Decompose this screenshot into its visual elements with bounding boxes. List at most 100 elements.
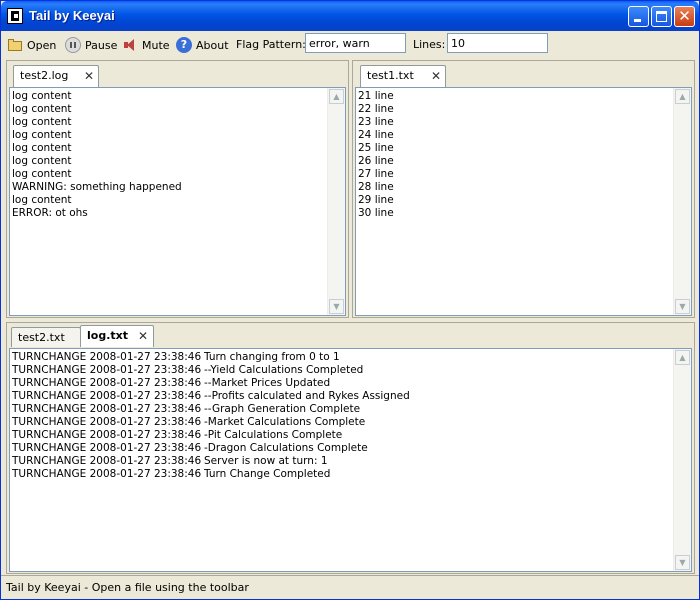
tab-test2-txt[interactable]: test2.txt	[11, 327, 81, 347]
log-line: 29 line	[358, 194, 394, 206]
speaker-mute-icon	[122, 37, 138, 53]
log-message: -Market Calculations Complete	[204, 416, 366, 428]
log-lines: log content log content log content log con…	[12, 90, 182, 220]
log-line: 21 line	[358, 90, 394, 102]
log-row: TURNCHANGE 2008-01-27 23:38:46 --Profits …	[12, 390, 410, 403]
status-bar: Tail by Keeyai - Open a file using the t…	[1, 575, 699, 599]
top-right-pane: test1.txt ✕ 21 line 22 line 23 line 24 line…	[352, 60, 695, 318]
log-source-timestamp: TURNCHANGE 2008-01-27 23:38:46	[12, 364, 202, 376]
log-source-timestamp: TURNCHANGE 2008-01-27 23:38:46	[12, 442, 202, 454]
scroll-up-icon[interactable]: ▲	[675, 89, 690, 104]
log-line: 27 line	[358, 168, 394, 180]
log-row: TURNCHANGE 2008-01-27 23:38:46 --Graph Ge…	[12, 403, 410, 416]
vertical-scrollbar[interactable]: ▲ ▼	[673, 349, 691, 571]
log-source-timestamp: TURNCHANGE 2008-01-27 23:38:46	[12, 416, 202, 428]
log-line: WARNING: something happened	[12, 181, 182, 193]
tab-label: test2.txt	[18, 331, 65, 344]
log-line: 25 line	[358, 142, 394, 154]
lines-label: Lines:	[413, 38, 446, 51]
log-line: 23 line	[358, 116, 394, 128]
log-text-area[interactable]: log content log content log content log con…	[9, 87, 346, 316]
pause-label: Pause	[85, 38, 118, 52]
tab-test1-txt[interactable]: test1.txt ✕	[360, 65, 446, 87]
log-source-timestamp: TURNCHANGE 2008-01-27 23:38:46	[12, 455, 202, 467]
pause-icon	[65, 37, 81, 53]
tab-test2-log[interactable]: test2.log ✕	[13, 65, 99, 87]
minimize-button[interactable]	[628, 6, 649, 27]
log-text-area[interactable]: TURNCHANGE 2008-01-27 23:38:46 Turn chang…	[9, 348, 692, 572]
log-source-timestamp: TURNCHANGE 2008-01-27 23:38:46	[12, 351, 202, 363]
log-text-area[interactable]: 21 line 22 line 23 line 24 line 25 line 26 li…	[355, 87, 692, 316]
log-message: -Dragon Calculations Complete	[204, 442, 368, 454]
pause-button[interactable]: Pause	[65, 37, 117, 53]
log-rows: TURNCHANGE 2008-01-27 23:38:46 Turn chang…	[12, 351, 410, 481]
lines-input[interactable]	[447, 33, 548, 53]
title-bar[interactable]: Tail by Keeyai ✕	[1, 1, 699, 31]
scroll-up-icon[interactable]: ▲	[675, 350, 690, 365]
minimize-icon	[634, 19, 641, 22]
log-line: ERROR: ot ohs	[12, 207, 88, 219]
log-source-timestamp: TURNCHANGE 2008-01-27 23:38:46	[12, 390, 202, 402]
log-lines: 21 line 22 line 23 line 24 line 25 line 26 li…	[358, 90, 394, 220]
log-row: TURNCHANGE 2008-01-27 23:38:46 Server is …	[12, 455, 410, 468]
scroll-down-icon[interactable]: ▼	[329, 299, 344, 314]
bottom-pane: test2.txt log.txt ✕ TURNCHANGE 2008-01-2…	[6, 322, 695, 574]
log-message: Server is now at turn: 1	[204, 455, 328, 467]
log-message: --Yield Calculations Completed	[204, 364, 364, 376]
close-icon: ✕	[678, 7, 691, 25]
open-button[interactable]: Open	[7, 37, 56, 53]
log-line: 26 line	[358, 155, 394, 167]
log-line: log content	[12, 116, 72, 128]
close-tab-icon[interactable]: ✕	[84, 66, 94, 86]
top-left-pane: test2.log ✕ log content log content log co…	[6, 60, 349, 318]
log-source-timestamp: TURNCHANGE 2008-01-27 23:38:46	[12, 403, 202, 415]
log-line: log content	[12, 129, 72, 141]
log-message: --Market Prices Updated	[204, 377, 331, 389]
about-button[interactable]: ? About	[176, 37, 229, 53]
log-row: TURNCHANGE 2008-01-27 23:38:46 -Dragon Ca…	[12, 442, 410, 455]
log-row: TURNCHANGE 2008-01-27 23:38:46 -Pit Calcu…	[12, 429, 410, 442]
tab-label: test1.txt	[367, 69, 414, 82]
app-window: Tail by Keeyai ✕ Open Pause Mute ? About…	[0, 0, 700, 600]
log-row: TURNCHANGE 2008-01-27 23:38:46 --Market P…	[12, 377, 410, 390]
mute-button[interactable]: Mute	[122, 37, 170, 53]
log-message: Turn Change Completed	[204, 468, 331, 480]
tab-log-txt[interactable]: log.txt ✕	[80, 325, 154, 347]
log-line: log content	[12, 142, 72, 154]
log-line: log content	[12, 155, 72, 167]
app-icon[interactable]	[7, 8, 23, 24]
vertical-scrollbar[interactable]: ▲ ▼	[673, 88, 691, 315]
tab-label: test2.log	[20, 69, 69, 82]
about-label: About	[196, 38, 229, 52]
log-line: 24 line	[358, 129, 394, 141]
log-source-timestamp: TURNCHANGE 2008-01-27 23:38:46	[12, 468, 202, 480]
log-row: TURNCHANGE 2008-01-27 23:38:46 -Market Ca…	[12, 416, 410, 429]
folder-open-icon	[7, 37, 23, 53]
open-label: Open	[27, 38, 57, 52]
log-line: 22 line	[358, 103, 394, 115]
log-line: log content	[12, 168, 72, 180]
log-source-timestamp: TURNCHANGE 2008-01-27 23:38:46	[12, 429, 202, 441]
log-row: TURNCHANGE 2008-01-27 23:38:46 Turn Chang…	[12, 468, 410, 481]
log-message: -Pit Calculations Complete	[204, 429, 343, 441]
close-button[interactable]: ✕	[674, 6, 695, 27]
maximize-button[interactable]	[651, 6, 672, 27]
scroll-down-icon[interactable]: ▼	[675, 299, 690, 314]
log-message: --Profits calculated and Rykes Assigned	[204, 390, 410, 402]
vertical-scrollbar[interactable]: ▲ ▼	[327, 88, 345, 315]
log-line: log content	[12, 194, 72, 206]
close-tab-icon[interactable]: ✕	[138, 326, 148, 346]
flag-pattern-input[interactable]	[305, 33, 406, 53]
tab-label: log.txt	[87, 329, 128, 342]
scroll-down-icon[interactable]: ▼	[675, 555, 690, 570]
log-source-timestamp: TURNCHANGE 2008-01-27 23:38:46	[12, 377, 202, 389]
window-title: Tail by Keeyai	[29, 8, 115, 23]
log-row: TURNCHANGE 2008-01-27 23:38:46 Turn chang…	[12, 351, 410, 364]
close-tab-icon[interactable]: ✕	[431, 66, 441, 86]
scroll-up-icon[interactable]: ▲	[329, 89, 344, 104]
log-message: --Graph Generation Complete	[204, 403, 361, 415]
log-line: log content	[12, 90, 72, 102]
log-row: TURNCHANGE 2008-01-27 23:38:46 --Yield Ca…	[12, 364, 410, 377]
log-line: 28 line	[358, 181, 394, 193]
mute-label: Mute	[142, 38, 170, 52]
